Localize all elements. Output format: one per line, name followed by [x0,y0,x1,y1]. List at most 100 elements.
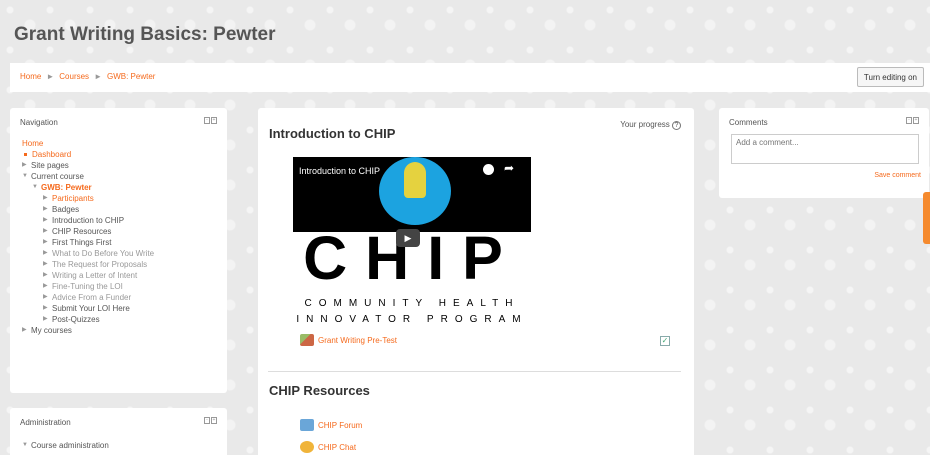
nav-item[interactable]: ▶ What to Do Before You Write [22,248,154,259]
navigation-block: Navigation - + Home Dashboard ▶ Site pages ▼ C… [10,108,227,393]
video-subtitle-1: COMMUNITY HEALTH [304,298,520,309]
nav-item[interactable]: ▶ My courses [22,325,154,336]
nav-item-label: The Request for Proposals [52,260,148,269]
collapsed-arrow-icon: ▶ [43,206,48,212]
administration-block: Administration - + ▼ Course administratio… [10,408,227,455]
nav-item-label: Introduction to CHIP [52,216,125,225]
administration-tree: ▼ Course administration [22,440,109,451]
navigation-title: Navigation [20,118,58,127]
expanded-arrow-icon: ▼ [32,184,38,190]
administration-title: Administration [20,418,71,427]
play-icon[interactable]: ▶ [396,229,420,247]
dock-icon[interactable]: - [204,117,210,124]
collapsed-arrow-icon: ▶ [43,305,48,311]
turn-editing-on-button[interactable]: Turn editing on [856,67,924,87]
breadcrumb: Home ► Courses ► GWB: Pewter [20,72,155,81]
nav-item[interactable]: ▶ Site pages [22,160,154,171]
your-progress[interactable]: Your progress ? [620,120,681,130]
collapsed-arrow-icon: ▶ [43,250,48,256]
nav-item[interactable]: ▼ GWB: Pewter [22,182,154,193]
video-player[interactable]: Introduction to CHIP ➦ CHIP ▶ COMMUNITY … [293,157,531,323]
nav-item[interactable]: ▶ Badges [22,204,154,215]
nav-item[interactable]: ▶ CHIP Resources [22,226,154,237]
nav-item-label: Submit Your LOI Here [52,304,130,313]
chat-link[interactable]: CHIP Chat [318,443,356,452]
comments-title: Comments [729,118,768,127]
nav-item-label: CHIP Resources [52,227,112,236]
section-divider [268,371,681,372]
nav-item[interactable]: ▶ First Things First [22,237,154,248]
video-title[interactable]: Introduction to CHIP [299,166,380,176]
nav-item-label: Site pages [31,161,69,170]
nav-item[interactable]: ▶ Writing a Letter of Intent [22,270,154,281]
nav-item-label: Course administration [31,441,109,450]
section-title-resources: CHIP Resources [269,383,370,398]
collapsed-arrow-icon: ▶ [22,327,27,333]
breadcrumb-separator: ► [94,72,102,81]
move-icon[interactable]: + [211,117,217,124]
nav-item[interactable]: Home [22,138,154,149]
collapsed-arrow-icon: ▶ [43,261,48,267]
collapsed-arrow-icon: ▶ [43,283,48,289]
quiz-link[interactable]: Grant Writing Pre-Test [318,336,397,345]
watch-later-icon[interactable] [483,164,494,175]
chat-icon [300,441,314,453]
nav-item-label: What to Do Before You Write [52,249,155,258]
quiz-icon [300,334,314,346]
dock-icon[interactable]: - [906,117,912,124]
nav-item-label: Participants [52,194,94,203]
move-icon[interactable]: + [211,417,217,424]
side-drawer-tab[interactable] [923,192,930,244]
dock-icon[interactable]: - [204,417,210,424]
activity-chat[interactable]: CHIP Chat [300,441,356,453]
nav-item-label: Fine-Tuning the LOI [52,282,123,291]
page-title: Grant Writing Basics: Pewter [14,24,276,45]
breadcrumb-courses[interactable]: Courses [59,72,89,81]
breadcrumb-home[interactable]: Home [20,72,41,81]
dock-controls[interactable]: - + [204,117,217,124]
nav-item-label: Badges [52,205,80,214]
nav-item-label: Home [22,139,44,148]
dock-controls[interactable]: - + [204,417,217,424]
nav-item-course-administration[interactable]: ▼ Course administration [22,440,109,451]
navigation-tree: Home Dashboard ▶ Site pages ▼ Current course ▼… [22,138,154,336]
nav-item-label: GWB: Pewter [41,183,92,192]
move-icon[interactable]: + [913,117,919,124]
nav-item-label: My courses [31,326,72,335]
breadcrumb-course[interactable]: GWB: Pewter [107,72,155,81]
activity-quiz[interactable]: Grant Writing Pre-Test [300,334,397,346]
nav-item[interactable]: ▶ Post-Quizzes [22,314,154,325]
help-icon[interactable]: ? [672,121,681,130]
activity-forum[interactable]: CHIP Forum [300,419,362,431]
nav-item[interactable]: ▶ Fine-Tuning the LOI [22,281,154,292]
nav-item[interactable]: ▶ Introduction to CHIP [22,215,154,226]
nav-item-label: Writing a Letter of Intent [52,271,138,280]
section-title-introduction: Introduction to CHIP [269,126,396,141]
collapsed-arrow-icon: ▶ [43,228,48,234]
nav-item-label: First Things First [52,238,112,247]
collapsed-arrow-icon: ▶ [43,272,48,278]
progress-label: Your progress [620,120,670,129]
forum-link[interactable]: CHIP Forum [318,421,362,430]
nav-item[interactable]: Dashboard [22,149,154,160]
comment-input[interactable] [731,134,919,164]
collapsed-arrow-icon: ▶ [43,239,48,245]
lightbulb-icon [404,162,426,198]
completion-checkbox[interactable]: ✓ [660,336,670,346]
breadcrumb-separator: ► [46,72,55,81]
nav-item[interactable]: ▶ Submit Your LOI Here [22,303,154,314]
video-subtitle-2: INNOVATOR PROGRAM [296,314,528,323]
dock-controls[interactable]: - + [906,117,919,124]
expanded-arrow-icon: ▼ [22,173,28,179]
nav-item[interactable]: ▶ Advice From a Funder [22,292,154,303]
nav-item[interactable]: ▶ Participants [22,193,154,204]
expanded-arrow-icon: ▼ [22,442,28,448]
collapsed-arrow-icon: ▶ [43,294,48,300]
forum-icon [300,419,314,431]
collapsed-arrow-icon: ▶ [43,217,48,223]
nav-item[interactable]: ▶ The Request for Proposals [22,259,154,270]
comments-block: Comments -+ Save comment [719,108,929,198]
share-icon[interactable]: ➦ [504,161,514,175]
save-comment-link[interactable]: Save comment [874,172,921,179]
nav-item[interactable]: ▼ Current course [22,171,154,182]
